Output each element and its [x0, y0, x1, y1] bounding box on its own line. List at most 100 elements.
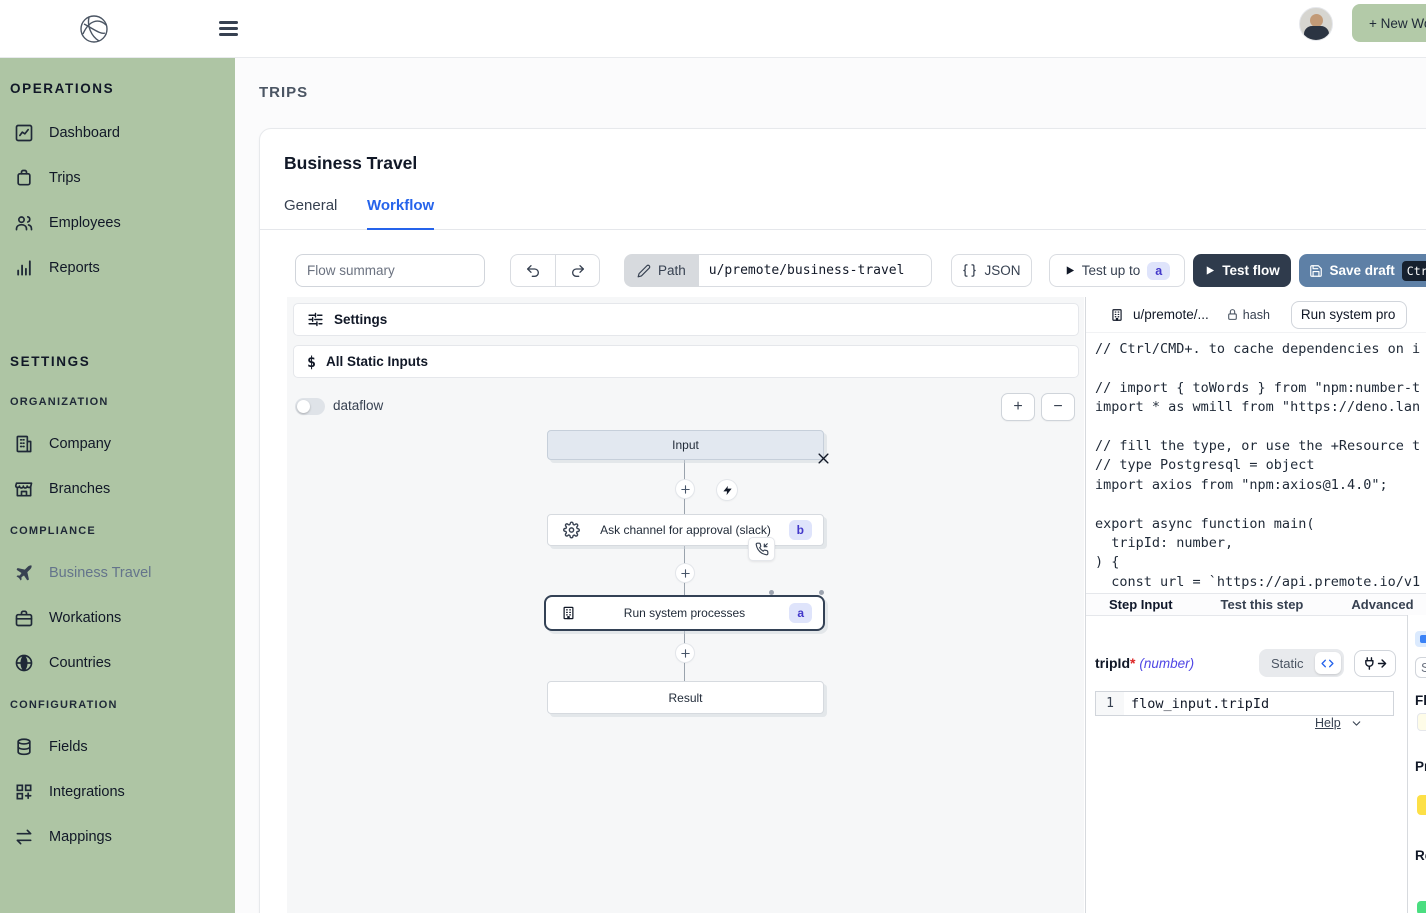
add-step-button[interactable] — [676, 480, 694, 498]
test-up-to-button[interactable]: Test up to a — [1049, 254, 1185, 287]
close-icon[interactable] — [816, 451, 831, 466]
variable-picker-column: S Fl Pr Re — [1407, 615, 1426, 913]
database-icon — [13, 736, 35, 758]
test-up-to-label: Test up to — [1082, 263, 1141, 278]
topbar: + New Wor — [0, 0, 1426, 58]
path-input[interactable] — [699, 254, 932, 287]
user-avatar[interactable] — [1299, 7, 1333, 41]
tab-general[interactable]: General — [284, 197, 337, 230]
building-icon — [1110, 308, 1124, 322]
sidebar-subheading-configuration: CONFIGURATION — [10, 699, 118, 711]
sliders-icon — [307, 311, 324, 328]
undo-button[interactable] — [510, 254, 555, 287]
redo-button[interactable] — [555, 254, 600, 287]
code-option[interactable] — [1315, 652, 1341, 674]
picker-item-chip[interactable] — [1417, 901, 1426, 913]
tab-step-input[interactable]: Step Input — [1109, 597, 1173, 612]
building-icon — [13, 433, 35, 455]
sidebar-item-integrations[interactable]: Integrations — [0, 772, 235, 812]
flow-settings-row[interactable]: Settings — [293, 303, 1079, 336]
flow-summary-input[interactable] — [295, 254, 485, 287]
test-flow-button[interactable]: Test flow — [1193, 254, 1291, 287]
save-draft-button[interactable]: Save draft Ctrl — [1299, 254, 1426, 287]
node-handle — [819, 590, 824, 595]
flow-settings-label: Settings — [334, 312, 387, 327]
breadcrumb: TRIPS — [259, 84, 308, 101]
hash-label: hash — [1243, 308, 1270, 322]
script-header: u/premote/... hash — [1086, 297, 1426, 333]
sidebar-item-label: Trips — [49, 170, 81, 186]
app-window: + New Wor OPERATIONS Dashboard Trips Emp… — [0, 0, 1426, 913]
tab-test-this-step[interactable]: Test this step — [1221, 597, 1304, 612]
path-toggle[interactable]: Path — [624, 254, 699, 287]
add-step-button[interactable] — [676, 644, 694, 662]
flow-node-run-selected[interactable]: Run system processes a — [544, 595, 825, 631]
static-inputs-label: All Static Inputs — [326, 354, 428, 369]
tab-workflow[interactable]: Workflow — [367, 197, 434, 230]
luggage-icon — [13, 167, 35, 189]
dollar-icon: $ — [307, 353, 316, 371]
hash-toggle[interactable]: hash — [1226, 308, 1270, 322]
app-logo-icon[interactable] — [77, 12, 111, 46]
sidebar-item-dashboard[interactable]: Dashboard — [0, 113, 235, 153]
picker-item-chip[interactable] — [1417, 713, 1426, 731]
static-code-toggle[interactable]: Static — [1259, 649, 1344, 677]
sidebar-item-label: Reports — [49, 260, 100, 276]
flow-node-input[interactable]: Input — [547, 430, 824, 460]
add-step-button[interactable] — [676, 564, 694, 582]
new-workflow-button[interactable]: + New Wor — [1352, 4, 1426, 42]
step-badge: a — [1147, 262, 1170, 280]
plane-icon — [13, 562, 35, 584]
picker-section-label: Re — [1415, 848, 1426, 863]
zoom-out-button[interactable]: − — [1041, 393, 1075, 421]
zoom-in-button[interactable]: + — [1001, 393, 1035, 421]
gear-icon — [563, 522, 580, 539]
dataflow-toggle[interactable] — [295, 398, 325, 415]
sidebar-item-company[interactable]: Company — [0, 424, 235, 464]
workflow-card: Business Travel General Workflow Path — [259, 128, 1426, 913]
picker-item-chip[interactable] — [1417, 795, 1426, 815]
static-inputs-row[interactable]: $ All Static Inputs — [293, 345, 1079, 378]
save-draft-label: Save draft — [1330, 263, 1395, 278]
connect-input-button[interactable] — [1354, 650, 1396, 677]
step-id-badge: a — [789, 603, 812, 623]
field-name: tripId — [1095, 655, 1130, 671]
help-link[interactable]: Help — [1315, 716, 1341, 730]
menu-toggle-icon[interactable] — [219, 21, 238, 36]
step-summary-input[interactable] — [1291, 301, 1407, 329]
input-field-row: tripId* (number) Static — [1095, 649, 1395, 679]
sidebar-item-reports[interactable]: Reports — [0, 248, 235, 288]
flow-node-result[interactable]: Result — [547, 681, 824, 714]
picker-search-input[interactable]: S — [1415, 657, 1426, 678]
json-button[interactable]: JSON — [951, 254, 1032, 287]
sidebar-item-workations[interactable]: Workations — [0, 598, 235, 638]
sidebar-item-label: Fields — [49, 739, 88, 755]
trigger-button[interactable] — [717, 480, 737, 500]
sidebar-item-fields[interactable]: Fields — [0, 727, 235, 767]
script-path[interactable]: u/premote/... — [1133, 307, 1209, 322]
flow-canvas[interactable]: Settings $ All Static Inputs dataflow + … — [287, 297, 1084, 913]
flow-node-approval[interactable]: Ask channel for approval (slack) b — [547, 514, 824, 546]
globe-icon — [13, 652, 35, 674]
sidebar-item-branches[interactable]: Branches — [0, 469, 235, 509]
static-option-label[interactable]: Static — [1262, 656, 1313, 671]
expression-value[interactable]: flow_input.tripId — [1124, 692, 1269, 715]
tab-advanced[interactable]: Advanced — [1351, 597, 1413, 612]
plus-icon — [680, 648, 691, 659]
expression-editor[interactable]: 1 flow_input.tripId — [1095, 691, 1394, 716]
sidebar-item-trips[interactable]: Trips — [0, 158, 235, 198]
people-icon — [13, 212, 35, 234]
sidebar-item-countries[interactable]: Countries — [0, 643, 235, 683]
sidebar-item-employees[interactable]: Employees — [0, 203, 235, 243]
sidebar-item-business-travel[interactable]: Business Travel — [0, 553, 235, 593]
chevron-down-icon[interactable] — [1350, 717, 1363, 730]
plug-arrow-icon — [1363, 656, 1387, 671]
code-editor[interactable]: // Ctrl/CMD+. to cache dependencies on i… — [1095, 340, 1425, 592]
help-row: Help — [1315, 716, 1363, 730]
test-flow-label: Test flow — [1222, 263, 1280, 278]
sidebar-item-mappings[interactable]: Mappings — [0, 817, 235, 857]
code-icon — [1321, 657, 1334, 670]
sidebar-heading-settings: SETTINGS — [10, 354, 90, 369]
path-field-group: Path — [624, 254, 932, 287]
picker-mode-chip[interactable] — [1415, 631, 1426, 647]
